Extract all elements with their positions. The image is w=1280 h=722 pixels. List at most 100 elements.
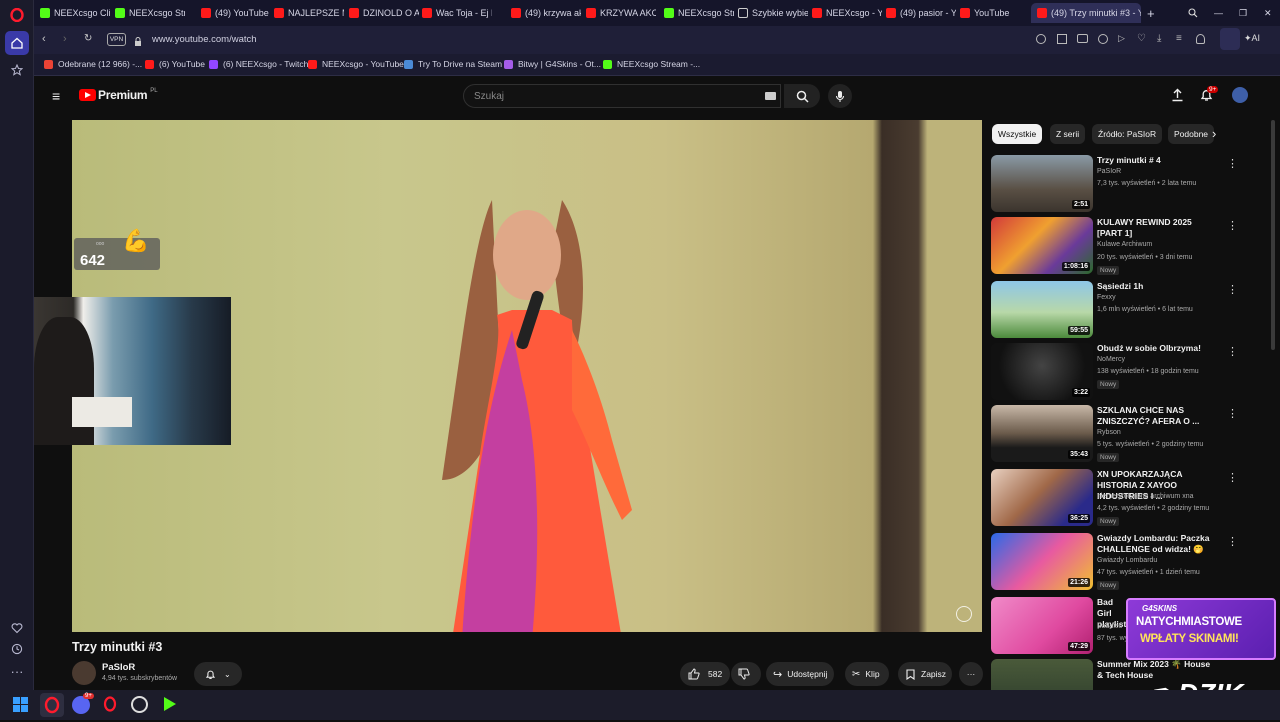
windows-start-icon[interactable] xyxy=(13,697,28,717)
tab-neexcsgo-stream-2[interactable]: NEEXcsgo Strea xyxy=(662,3,734,23)
download-icon[interactable]: ⤓ xyxy=(1157,33,1161,44)
video-thumbnail: 3:22 xyxy=(991,343,1093,400)
chip-source[interactable]: Źródło: PaSIoR xyxy=(1092,124,1163,144)
opera-gx-taskbar-icon[interactable] xyxy=(40,693,64,717)
tab-trzy-minutki-active[interactable]: (49) Trzy minutki #3 - You xyxy=(1031,3,1141,23)
save-button[interactable]: Zapisz xyxy=(898,662,952,686)
related-video[interactable]: 35:43 SZKLANA CHCE NAS ZNISZCZYĆ? AFERA … xyxy=(991,405,1251,465)
watermark-icon xyxy=(956,606,972,622)
reload-icon[interactable]: ↻ xyxy=(84,33,92,44)
tab-krzywa-akcja-2[interactable]: KRZYWA AKCJA xyxy=(584,3,656,23)
bookmark-g4skins[interactable]: Bitwy | G4Skins - Ot... xyxy=(504,59,601,69)
extensions-icon[interactable] xyxy=(1220,28,1240,50)
tab-neexcsgo-stream[interactable]: NEEXcsgo Strea xyxy=(113,3,185,23)
bookmark-neexcsgo-stream[interactable]: NEEXcsgo Stream -... xyxy=(603,59,700,69)
bookmark-gmail[interactable]: Odebrane (12 966) -... xyxy=(44,59,142,69)
tab-krzywa-akcja-1[interactable]: (49) krzywa akc xyxy=(509,3,581,23)
youtube-premium-logo[interactable]: Premium PL xyxy=(79,88,158,102)
related-video[interactable]: 3:22 Obudź w sobie Olbrzyma! NoMercy 138… xyxy=(991,343,1251,403)
chip-series[interactable]: Z serii xyxy=(1050,124,1086,144)
voice-search-button[interactable] xyxy=(828,84,852,108)
more-actions-button[interactable]: ··· xyxy=(959,662,983,686)
tab-speed-dial[interactable]: Szybkie wybiera xyxy=(736,3,808,23)
shield-icon[interactable] xyxy=(1098,34,1108,44)
video-thumbnail: 36:25 xyxy=(991,469,1093,526)
opera-logo-icon[interactable] xyxy=(5,3,29,27)
play-icon[interactable]: ▷ xyxy=(1118,33,1125,44)
tab-youtube[interactable]: (49) YouTube xyxy=(199,3,274,23)
address-bar: ‹ › ↻ VPN www.youtube.com/watch ▷ ♡ ⤓ ≡ … xyxy=(34,26,1280,54)
like-button[interactable]: 582 xyxy=(680,662,730,686)
chip-similar[interactable]: Podobne xyxy=(1168,124,1214,144)
heart-icon[interactable]: ♡ xyxy=(1137,33,1146,44)
kebab-menu-icon[interactable]: ⋮ xyxy=(1227,471,1238,484)
opera-taskbar-icon[interactable] xyxy=(101,695,119,718)
more-icon[interactable]: ··· xyxy=(5,659,29,683)
youtube-icon xyxy=(274,8,284,18)
kebab-menu-icon[interactable]: ⋮ xyxy=(1227,407,1238,420)
search-button[interactable] xyxy=(784,84,820,108)
tab-pasior[interactable]: (49) pasior - Yo xyxy=(884,3,956,23)
home-icon[interactable] xyxy=(5,31,29,55)
maximize-icon[interactable]: ❐ xyxy=(1237,3,1249,23)
bookmark-twitch[interactable]: (6) NEEXcsgo - Twitch xyxy=(209,59,308,69)
related-video[interactable]: 59:55 Sąsiedzi 1h Fexxy 1,6 mln wyświetl… xyxy=(991,281,1251,341)
forward-icon[interactable]: › xyxy=(63,33,67,45)
singer-figure xyxy=(442,200,632,632)
dislike-button[interactable] xyxy=(731,662,761,686)
search-input[interactable]: Szukaj xyxy=(463,84,781,108)
kick-taskbar-icon[interactable] xyxy=(163,696,177,717)
subscription-bell-button[interactable]: ⌄ xyxy=(194,662,242,686)
obs-icon[interactable] xyxy=(131,696,148,713)
kebab-menu-icon[interactable]: ⋮ xyxy=(1227,345,1238,358)
chip-all[interactable]: Wszystkie xyxy=(992,124,1043,144)
channel-avatar[interactable] xyxy=(72,661,96,685)
share-button[interactable]: ↪ Udostępnij xyxy=(766,662,834,686)
bookmark-youtube[interactable]: (6) YouTube xyxy=(145,59,205,69)
kebab-menu-icon[interactable]: ⋮ xyxy=(1227,283,1238,296)
lock-icon[interactable] xyxy=(134,34,142,52)
upload-icon[interactable] xyxy=(1171,88,1184,107)
related-video[interactable]: 2:51 Trzy minutki # 4 PaSIoR 7,3 tys. wy… xyxy=(991,155,1251,215)
profile-icon[interactable] xyxy=(1196,34,1205,44)
history-icon[interactable] xyxy=(5,637,29,661)
new-tab-button[interactable]: + xyxy=(1145,3,1159,23)
star-icon[interactable] xyxy=(5,58,29,82)
bookmark-steam[interactable]: Try To Drive na Steam xyxy=(404,59,502,69)
menu-lines-icon[interactable]: ≡ xyxy=(1176,33,1182,44)
tab-neexcsgo-clips[interactable]: NEEXcsgo Clips xyxy=(38,3,110,23)
aria-icon: ✦ xyxy=(1244,33,1252,43)
ai-button[interactable]: ✦AI xyxy=(1244,33,1260,44)
kebab-menu-icon[interactable]: ⋮ xyxy=(1227,535,1238,548)
tab-neexcsgo-youtube[interactable]: NEEXcsgo - You xyxy=(810,3,882,23)
channel-name[interactable]: PaSIoR xyxy=(102,662,135,673)
related-video[interactable]: 21:26 Gwiazdy Lombardu: Paczka CHALLENGE… xyxy=(991,533,1251,593)
camera-icon[interactable] xyxy=(1077,34,1088,43)
kebab-menu-icon[interactable]: ⋮ xyxy=(1227,157,1238,170)
flexed-biceps-icon: 💪 xyxy=(122,228,150,253)
clip-button[interactable]: ✂ Klip xyxy=(845,662,889,686)
tab-dzinold[interactable]: DZINOLD O AL xyxy=(347,3,419,23)
edit-icon[interactable] xyxy=(1057,34,1067,44)
close-icon[interactable]: ✕ xyxy=(1262,3,1274,23)
chevron-right-icon[interactable]: › xyxy=(1212,126,1216,141)
kebab-menu-icon[interactable]: ⋮ xyxy=(1227,219,1238,232)
hamburger-menu-icon[interactable]: ≡ xyxy=(52,88,60,104)
vpn-badge[interactable]: VPN xyxy=(107,33,126,46)
related-video[interactable]: 36:25 XN UPOKARZAJĄCA HISTORIA Z XAYOO I… xyxy=(991,469,1251,529)
scissors-icon: ✂ xyxy=(852,668,861,680)
back-icon[interactable]: ‹ xyxy=(42,33,46,45)
url-field[interactable]: www.youtube.com/watch xyxy=(152,34,257,45)
keyboard-icon[interactable] xyxy=(765,92,776,100)
tab-youtube-2[interactable]: YouTube xyxy=(958,3,1026,23)
chevron-down-icon: ⌄ xyxy=(224,669,231,679)
scrollbar[interactable] xyxy=(1271,120,1275,350)
bookmark-neexcsgo-youtube[interactable]: NEEXcsgo - YouTube xyxy=(308,59,404,69)
search-page-icon[interactable] xyxy=(1036,34,1046,44)
avatar[interactable] xyxy=(1232,87,1248,103)
minimize-icon[interactable]: — xyxy=(1212,3,1224,23)
search-tabs-icon[interactable] xyxy=(1186,3,1198,23)
related-video[interactable]: 1:08:16 KULAWY REWIND 2025 [PART 1] Kula… xyxy=(991,217,1251,277)
tab-najlepsze[interactable]: NAJLEPSZE MO xyxy=(272,3,344,23)
tab-wac-toja[interactable]: Wac Toja - Ej D xyxy=(420,3,492,23)
